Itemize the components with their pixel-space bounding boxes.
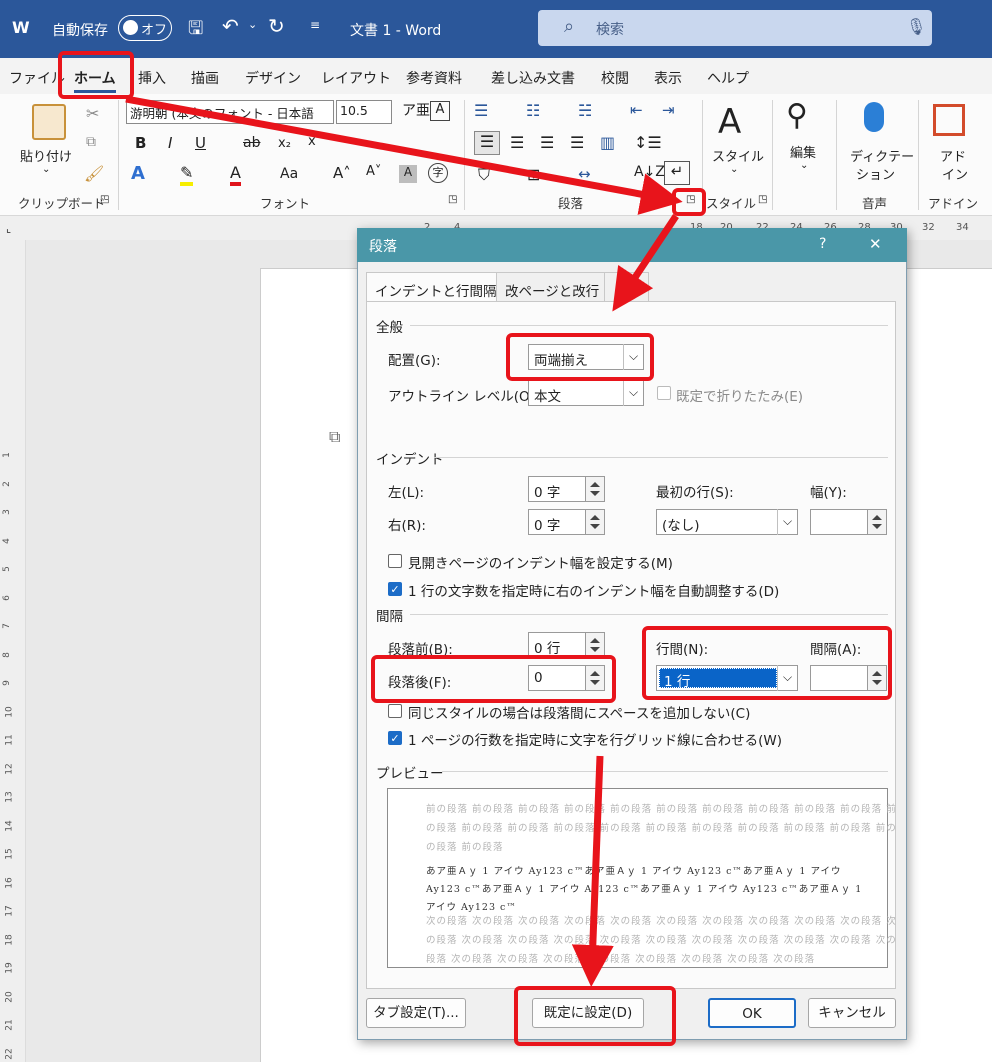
annotation-arrows [125,95,683,987]
